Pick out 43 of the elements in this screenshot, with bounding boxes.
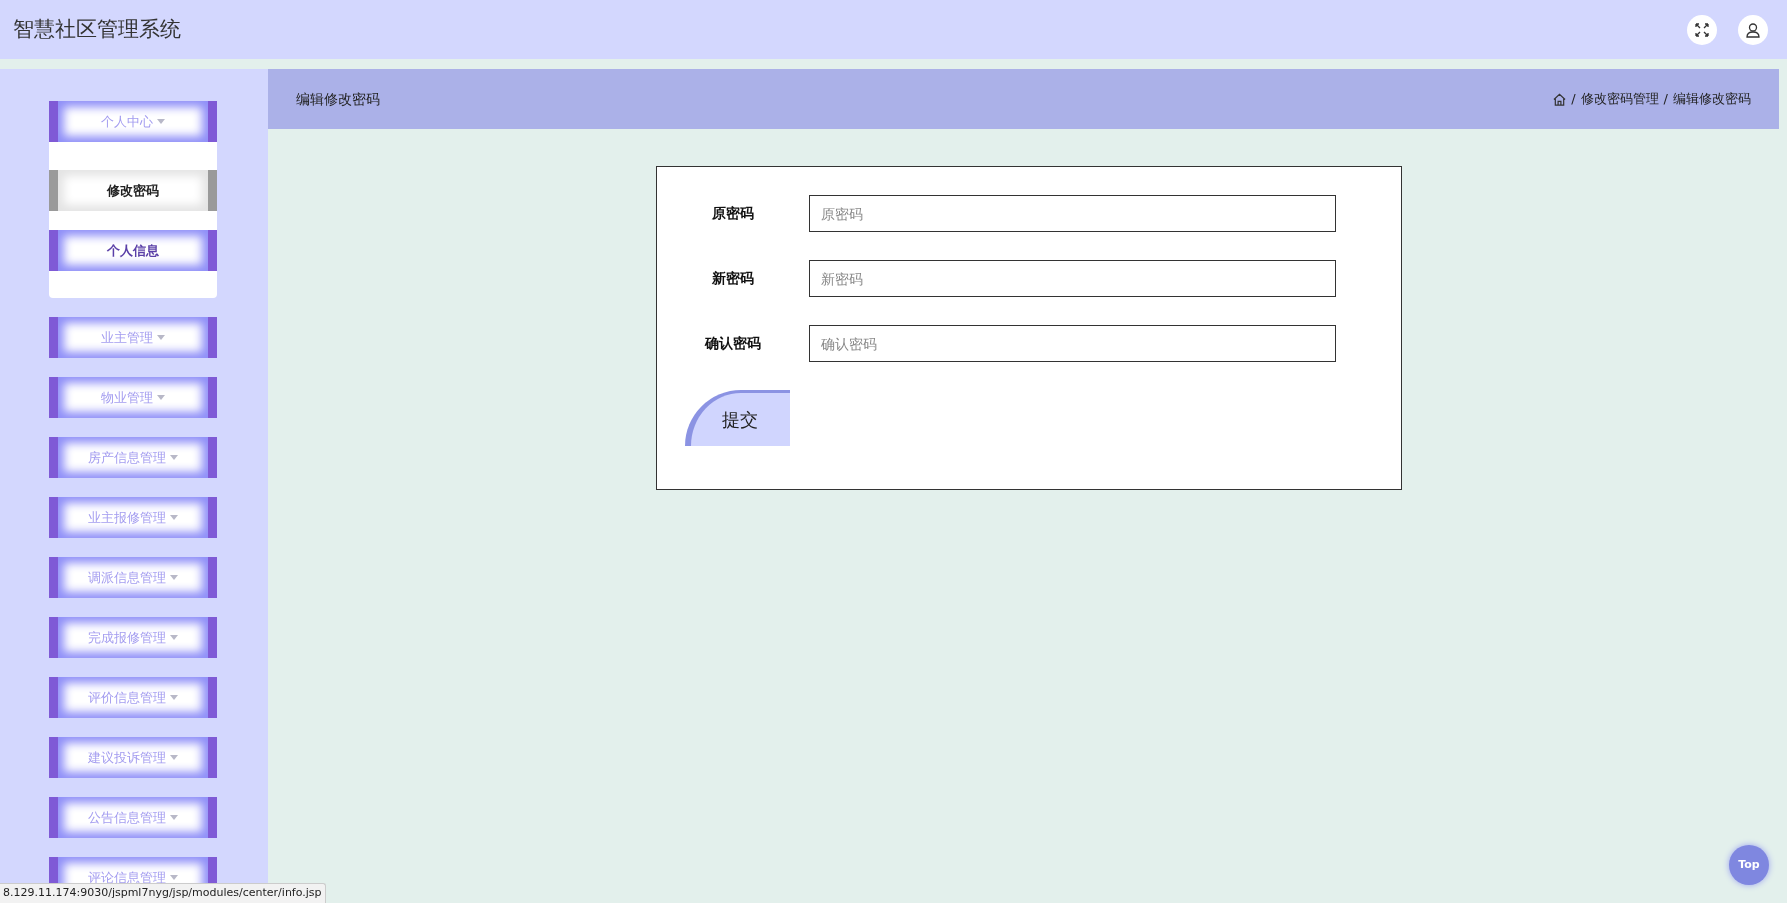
- field-label: 原密码: [710, 204, 755, 223]
- menu-item[interactable]: 物业管理: [49, 377, 217, 418]
- menu-item[interactable]: 完成报修管理: [49, 617, 217, 658]
- field-label: 新密码: [710, 269, 755, 288]
- menu-item[interactable]: 房产信息管理: [49, 437, 217, 478]
- caret-icon: [170, 875, 178, 880]
- user-icon: [1745, 21, 1761, 38]
- breadcrumb-separator: /: [1571, 90, 1576, 109]
- menu-item[interactable]: 业主管理: [49, 317, 217, 358]
- fullscreen-icon: [1694, 21, 1710, 38]
- input-field[interactable]: 新密码: [808, 260, 1336, 297]
- menu-item[interactable]: 业主报修管理: [49, 497, 217, 538]
- caret-icon: [170, 575, 178, 580]
- page-title: 编辑修改密码: [296, 89, 380, 109]
- url-tooltip: 8.129.11.174:9030/jspml7nyg/jsp/modules/center/info.jsp: [0, 883, 326, 903]
- fullscreen-button[interactable]: [1687, 14, 1717, 45]
- menu-item[interactable]: 个人中心: [49, 101, 217, 142]
- breadcrumb-item[interactable]: 修改密码管理: [1580, 89, 1659, 109]
- caret-icon: [170, 695, 178, 700]
- menu-item[interactable]: 评价信息管理: [49, 677, 217, 718]
- caret-icon: [157, 395, 165, 400]
- caret-icon: [157, 335, 165, 340]
- submenu-item[interactable]: 个人信息: [49, 230, 217, 271]
- caret-icon: [170, 455, 178, 460]
- user-button[interactable]: [1738, 14, 1768, 45]
- home-icon[interactable]: [1553, 92, 1567, 106]
- input-field[interactable]: 原密码: [808, 195, 1336, 232]
- breadcrumb-separator: /: [1663, 90, 1668, 109]
- caret-icon: [170, 815, 178, 820]
- caret-icon: [157, 119, 165, 124]
- breadcrumb-item[interactable]: 编辑修改密码: [1673, 89, 1751, 109]
- caret-icon: [170, 755, 178, 760]
- field-label: 确认密码: [703, 334, 762, 353]
- caret-icon: [170, 515, 178, 520]
- caret-icon: [170, 635, 178, 640]
- submenu-item[interactable]: 修改密码: [49, 170, 217, 211]
- app-title: 智慧社区管理系统: [13, 15, 181, 43]
- menu-item[interactable]: 公告信息管理: [49, 797, 217, 838]
- input-field[interactable]: 确认密码: [808, 325, 1336, 362]
- submit-button[interactable]: 提交: [684, 390, 790, 446]
- menu-item[interactable]: 调派信息管理: [49, 557, 217, 598]
- back-to-top-button[interactable]: Top: [1729, 845, 1769, 885]
- menu-item[interactable]: 建议投诉管理: [49, 737, 217, 778]
